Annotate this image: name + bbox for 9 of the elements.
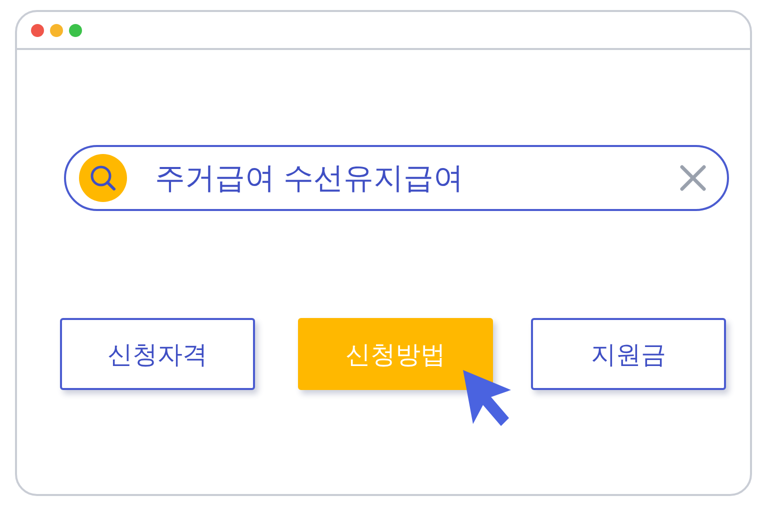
maximize-dot-icon[interactable] [69,24,82,36]
search-input[interactable]: 주거급여 수선유지급여 [155,161,679,195]
menu-button[interactable]: 지원금 [531,318,726,390]
close-dot-icon[interactable] [31,24,44,36]
minimize-dot-icon[interactable] [50,24,63,36]
menu-button[interactable]: 신청자격 [60,318,255,390]
search-field[interactable]: 주거급여 수선유지급여 [64,145,729,211]
search-icon[interactable] [79,154,127,202]
close-icon[interactable] [679,164,707,192]
